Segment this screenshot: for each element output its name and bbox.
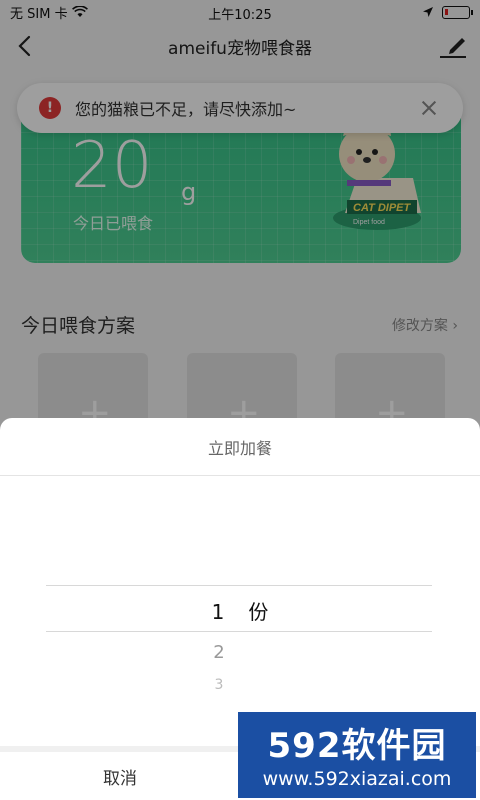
watermark-url: www.592xiazai.com — [262, 768, 452, 790]
selected-value: 1 — [211, 600, 225, 624]
picker-option[interactable]: 3 — [0, 677, 459, 693]
picker-divider-top — [46, 585, 432, 586]
picker-option[interactable]: 2 — [0, 642, 459, 663]
cancel-button[interactable]: 取消 — [0, 752, 240, 800]
picker-selected[interactable]: 1份 — [0, 596, 480, 625]
watermark-logo: 592软件园 www.592xiazai.com — [238, 712, 476, 798]
portion-picker[interactable]: 1份 2 3 — [0, 478, 480, 746]
sheet-title: 立即加餐 — [0, 418, 480, 476]
selected-unit: 份 — [248, 600, 269, 624]
watermark-title: 592软件园 — [267, 726, 447, 766]
picker-divider-bottom — [46, 631, 432, 632]
